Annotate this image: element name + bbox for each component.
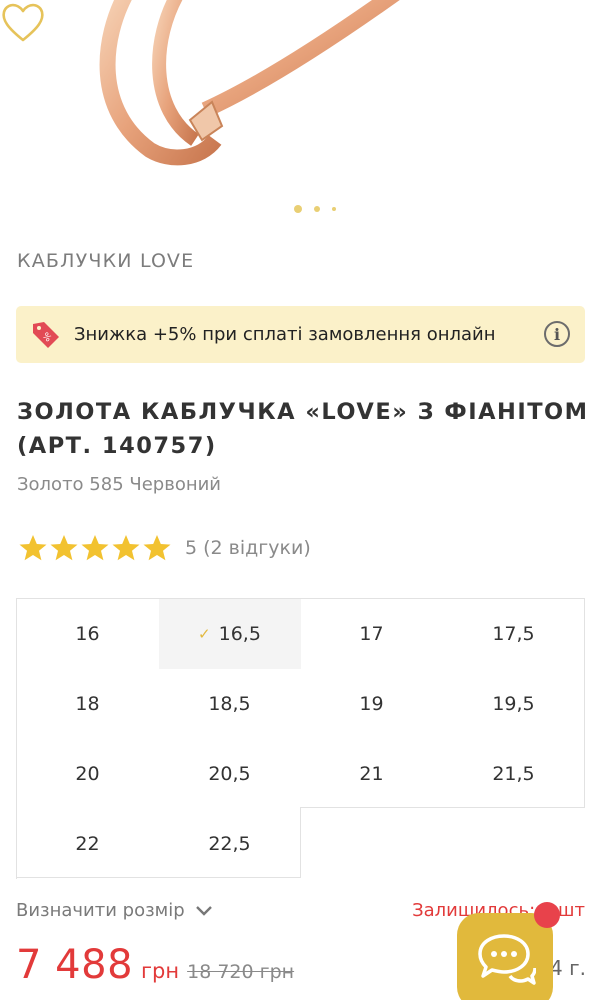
current-price: 7 488 — [16, 942, 134, 988]
product-weight: 4 г. — [550, 956, 586, 980]
gallery-dot[interactable] — [314, 206, 320, 212]
chat-notification-badge — [534, 902, 560, 928]
gallery-dot[interactable] — [332, 207, 336, 211]
chat-button[interactable] — [457, 913, 553, 1000]
ring-image — [99, 0, 400, 166]
star-icon — [143, 535, 171, 561]
size-option[interactable]: 17,5 — [443, 599, 585, 669]
check-icon: ✓ — [198, 625, 211, 643]
heart-outline-icon[interactable] — [0, 0, 46, 44]
size-option[interactable]: 22 — [17, 809, 159, 879]
discount-tag-icon: % — [33, 321, 59, 348]
size-option[interactable]: 20,5 — [159, 739, 301, 809]
rating[interactable]: 5 (2 відгуки) — [18, 533, 311, 563]
size-option[interactable]: 16 — [17, 599, 159, 669]
size-label: 17 — [359, 623, 384, 645]
chat-bubbles-icon — [478, 934, 536, 985]
size-label: 20,5 — [208, 763, 251, 785]
size-option[interactable]: 21 — [301, 739, 443, 809]
size-label: 22,5 — [208, 833, 251, 855]
size-option[interactable]: 22,5 — [159, 809, 301, 879]
size-label: 19 — [359, 693, 384, 715]
size-label: 22 — [75, 833, 100, 855]
product-title: ЗОЛОТА КАБЛУЧКА «LOVE» З ФІАНІТОМ (АРТ. … — [17, 399, 589, 459]
promo-banner: % Знижка +5% при сплаті замовлення онлай… — [16, 306, 585, 363]
divider — [300, 807, 585, 808]
info-icon[interactable]: i — [544, 321, 570, 347]
gallery-dots[interactable] — [294, 205, 336, 213]
product-material: Золото 585 Червоний — [17, 474, 221, 495]
old-price: 18 720 грн — [187, 961, 295, 983]
size-label: 21 — [359, 763, 384, 785]
collection-link[interactable]: КАБЛУЧКИ LOVE — [17, 250, 194, 272]
size-label: 17,5 — [492, 623, 535, 645]
reviews-link[interactable]: 5 (2 відгуки) — [185, 537, 311, 559]
size-option[interactable]: 19,5 — [443, 669, 585, 739]
chevron-down-icon — [195, 905, 212, 916]
promo-text: Знижка +5% при сплаті замовлення онлайн — [74, 324, 496, 345]
divider — [584, 598, 585, 808]
star-icon — [50, 535, 78, 561]
size-label: 21,5 — [492, 763, 535, 785]
size-option[interactable]: 18 — [17, 669, 159, 739]
size-label: 18,5 — [208, 693, 251, 715]
divider — [300, 807, 301, 878]
size-label: 20 — [75, 763, 100, 785]
size-label: 18 — [75, 693, 100, 715]
size-label: 19,5 — [492, 693, 535, 715]
product-image[interactable] — [0, 0, 601, 235]
size-guide-label: Визначити розмір — [16, 900, 185, 921]
star-icon — [81, 535, 109, 561]
size-label: 16 — [75, 623, 100, 645]
gallery-dot-active[interactable] — [294, 205, 302, 213]
size-label: 16,5 — [218, 623, 261, 645]
rating-stars — [18, 533, 173, 563]
star-icon — [112, 535, 140, 561]
size-option[interactable]: 19 — [301, 669, 443, 739]
price-block: 7 488 грн 18 720 грн — [16, 942, 294, 988]
size-option[interactable]: 20 — [17, 739, 159, 809]
size-option[interactable]: 18,5 — [159, 669, 301, 739]
divider — [16, 877, 301, 878]
price-currency: грн — [141, 959, 180, 983]
size-option[interactable]: 21,5 — [443, 739, 585, 809]
star-icon — [19, 535, 47, 561]
size-option[interactable]: ✓ 16,5 — [159, 599, 301, 669]
size-selector: 16 ✓ 16,5 17 17,5 18 18,5 19 19,5 20 20,5 21 21,5 22 2… — [16, 598, 585, 879]
size-guide-toggle[interactable]: Визначити розмір — [16, 900, 213, 921]
size-option[interactable]: 17 — [301, 599, 443, 669]
